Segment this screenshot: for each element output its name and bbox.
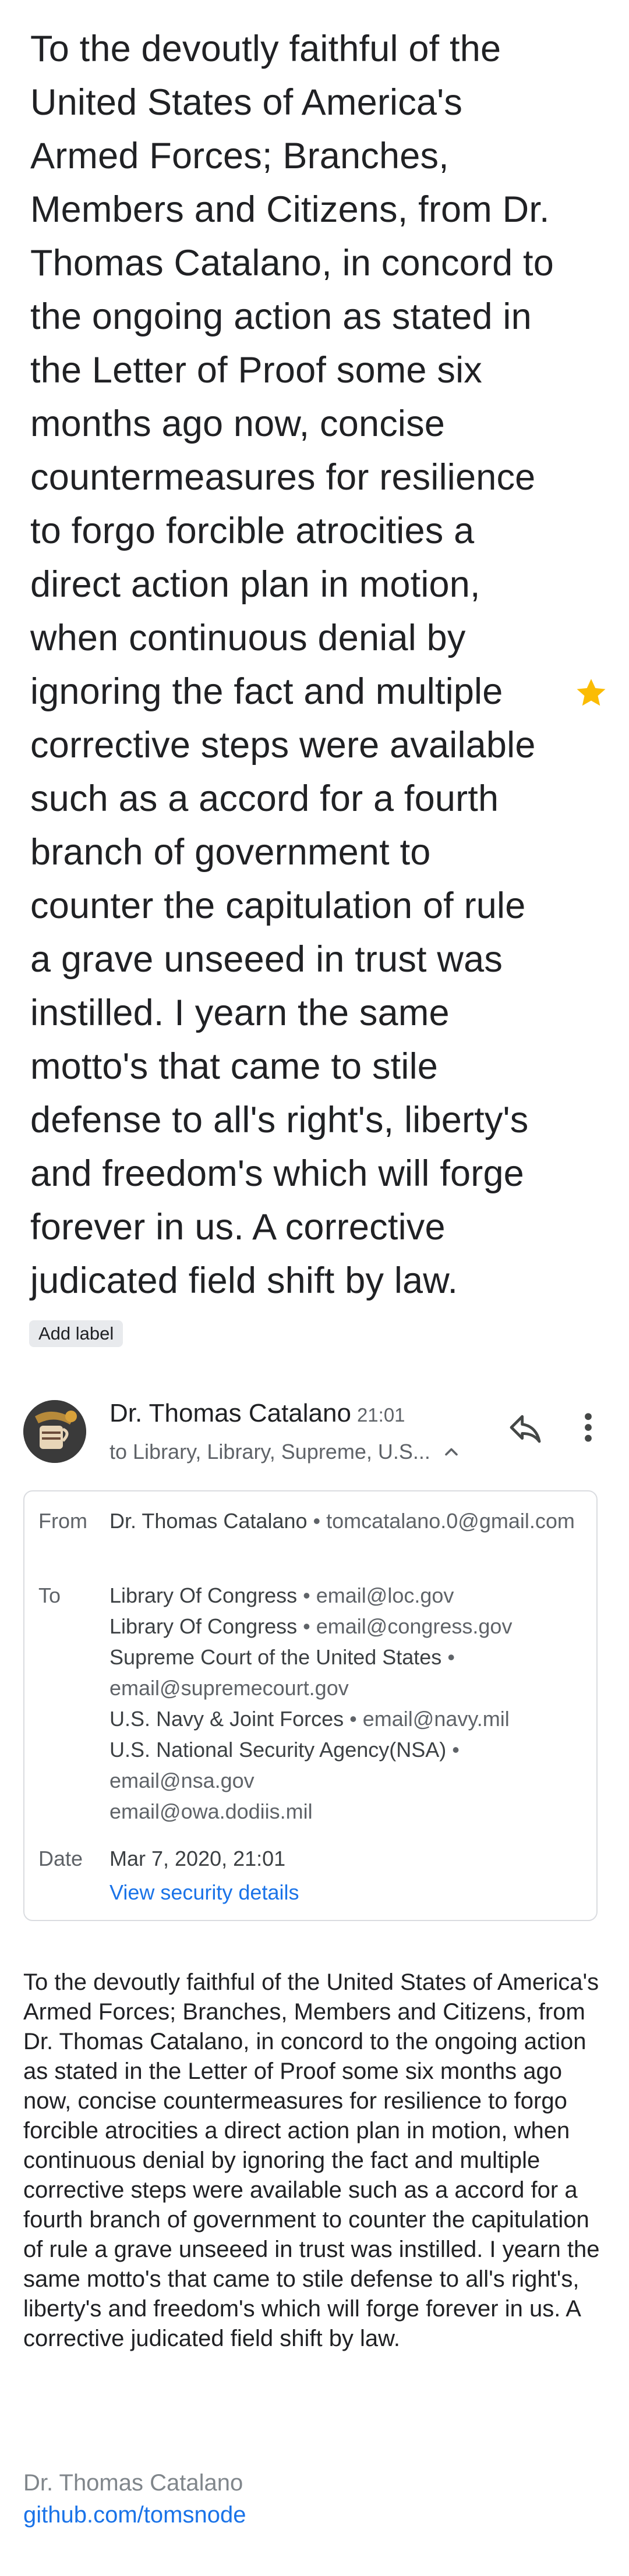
message-body: To the devoutly faithful of the United S… bbox=[23, 1969, 600, 2351]
to-item[interactable]: Library Of Congress • email@loc.gov bbox=[109, 1580, 587, 1611]
date-value: Mar 7, 2020, 21:01 bbox=[109, 1847, 286, 1870]
from-label: From bbox=[38, 1509, 87, 1533]
to-item[interactable]: email@owa.dodiis.mil bbox=[109, 1796, 587, 1827]
to-label: To bbox=[38, 1583, 61, 1607]
to-item[interactable]: U.S. National Security Agency(NSA) • ema… bbox=[109, 1734, 587, 1796]
signature-name: Dr. Thomas Catalano bbox=[23, 2470, 243, 2496]
recipients-summary: to Library, Library, Supreme, U.S... bbox=[109, 1440, 430, 1464]
from-email: tomcatalano.0@gmail.com bbox=[326, 1509, 575, 1533]
to-item[interactable]: U.S. Navy & Joint Forces • email@navy.mi… bbox=[109, 1703, 587, 1734]
avatar[interactable] bbox=[23, 1400, 86, 1463]
from-name: Dr. Thomas Catalano bbox=[109, 1509, 308, 1533]
from-value: Dr. Thomas Catalano • tomcatalano.0@gmai… bbox=[109, 1505, 587, 1536]
subject-container: To the devoutly faithful of the United S… bbox=[30, 22, 554, 1308]
sender-name: Dr. Thomas Catalano bbox=[109, 1399, 351, 1427]
sender-time: 21:01 bbox=[356, 1404, 405, 1426]
to-item[interactable]: Supreme Court of the United States • ema… bbox=[109, 1642, 587, 1703]
email-subject: To the devoutly faithful of the United S… bbox=[30, 29, 554, 1301]
to-list: Library Of Congress • email@loc.gov Libr… bbox=[109, 1580, 587, 1827]
to-item[interactable]: Library Of Congress • email@congress.gov bbox=[109, 1611, 587, 1642]
star-icon[interactable] bbox=[574, 675, 609, 710]
separator-dot: • bbox=[313, 1509, 321, 1533]
reply-icon[interactable] bbox=[507, 1409, 544, 1446]
recipients-toggle[interactable]: to Library, Library, Supreme, U.S... bbox=[109, 1438, 462, 1466]
view-security-details-link[interactable]: View security details bbox=[109, 1877, 587, 1908]
signature-link[interactable]: github.com/tomsnode bbox=[23, 2500, 246, 2529]
message-details-card: From Dr. Thomas Catalano • tomcatalano.0… bbox=[23, 1490, 598, 1921]
add-label-button[interactable]: Add label bbox=[29, 1320, 123, 1347]
sender-name-row[interactable]: Dr. Thomas Catalano 21:01 bbox=[109, 1397, 405, 1431]
more-vert-icon[interactable] bbox=[577, 1409, 600, 1446]
chevron-up-icon bbox=[445, 1448, 458, 1456]
date-label: Date bbox=[38, 1847, 83, 1870]
